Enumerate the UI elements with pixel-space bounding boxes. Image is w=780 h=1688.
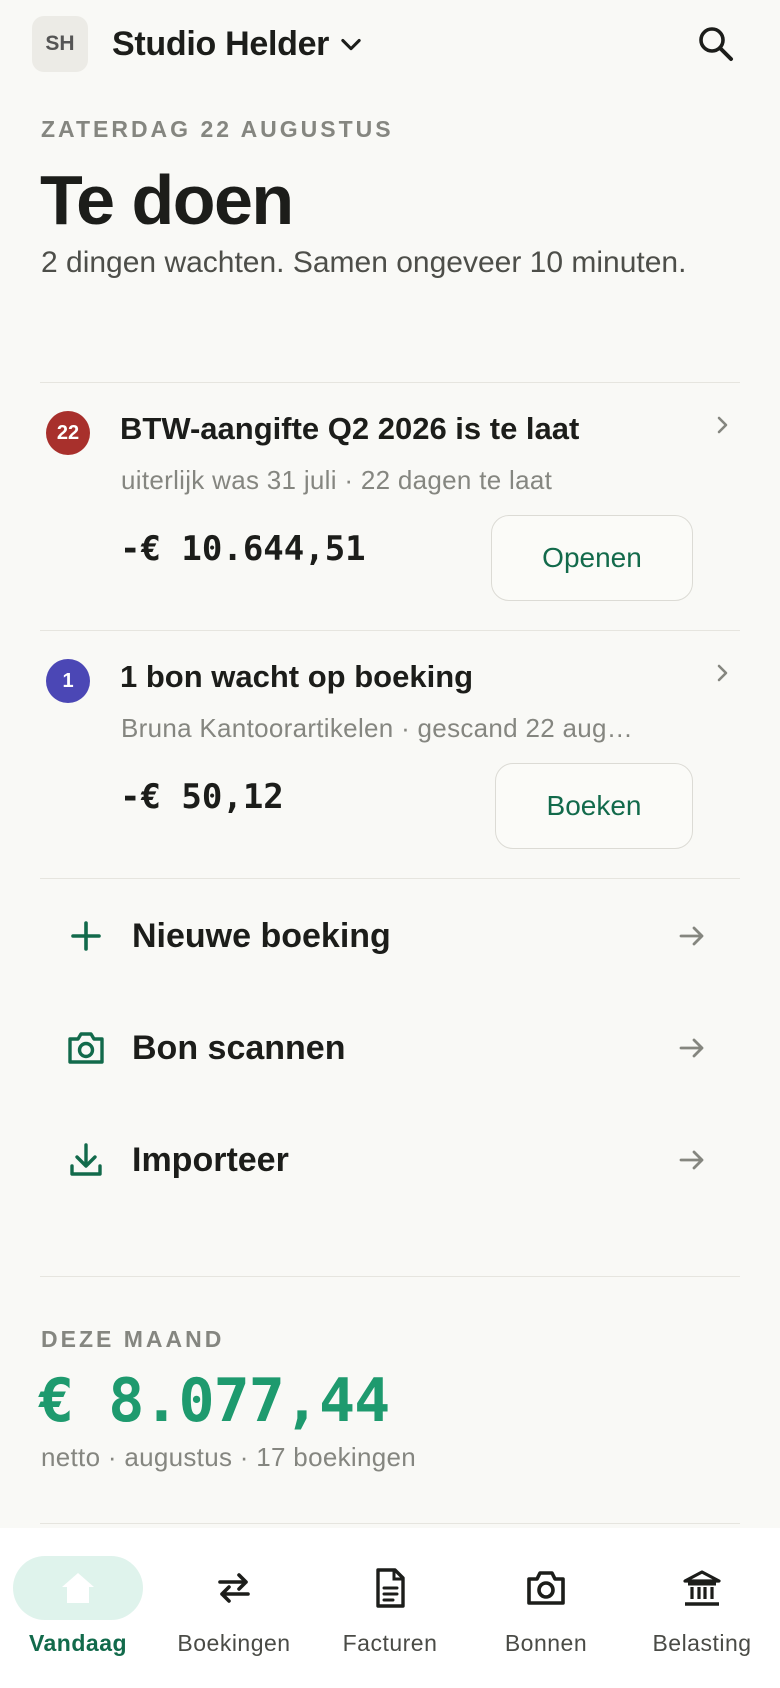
document-icon (376, 1568, 405, 1608)
task-subtitle: uiterlijk was 31 juli · 22 dagen te laat (121, 465, 553, 495)
task-subtitle: Bruna Kantoorartikelen · gescand 22 aug… (121, 713, 634, 743)
task-row-receipt[interactable]: 1 1 bon wacht op boeking Bruna Kantoorar… (40, 631, 740, 877)
nav-boekingen[interactable]: Boekingen (156, 1528, 312, 1688)
book-button[interactable]: Boeken (495, 763, 693, 849)
nav-label: Boekingen (177, 1630, 291, 1656)
chevron-right-icon (717, 416, 728, 434)
nav-bonnen[interactable]: Bonnen (468, 1528, 624, 1688)
open-button[interactable]: Openen (491, 515, 693, 601)
action-label: Nieuwe boeking (132, 917, 391, 955)
month-summary: netto · augustus · 17 boekingen (41, 1442, 417, 1472)
nav-belasting[interactable]: Belasting (624, 1528, 780, 1688)
divider (40, 1276, 740, 1277)
task-amount: -€ 50,12 (120, 777, 284, 817)
divider (40, 878, 740, 879)
action-label: Importeer (132, 1141, 289, 1179)
date-label: ZATERDAG 22 AUGUSTUS (41, 116, 394, 142)
page-title: Te doen (40, 161, 294, 239)
month-label: DEZE MAAND (41, 1326, 225, 1352)
task-amount: -€ 10.644,51 (120, 529, 366, 569)
search-icon[interactable] (694, 22, 738, 66)
nav-facturen[interactable]: Facturen (312, 1528, 468, 1688)
plus-icon (71, 921, 101, 951)
task-row-btw[interactable]: 22 BTW-aangifte Q2 2026 is te laat uiter… (40, 383, 740, 629)
arrow-right-icon (679, 1038, 704, 1058)
page-subtitle: 2 dingen wachten. Samen ongeveer 10 minu… (41, 246, 687, 279)
top-bar: SH Studio Helder (0, 0, 780, 92)
camera-icon (527, 1571, 565, 1605)
chevron-down-icon (341, 38, 361, 51)
month-amount: € 8.077,44 (38, 1366, 390, 1436)
nav-label: Bonnen (504, 1630, 588, 1656)
home-icon (62, 1573, 94, 1603)
arrow-right-icon (679, 1150, 704, 1170)
bank-icon (683, 1570, 721, 1606)
avatar[interactable]: SH (32, 16, 88, 72)
bottom-nav: Vandaag Boekingen Facturen Bonnen Belast… (0, 1528, 780, 1688)
swap-arrows-icon (218, 1573, 250, 1603)
action-label: Bon scannen (132, 1029, 346, 1067)
scan-receipt-action[interactable]: Bon scannen (40, 992, 740, 1104)
overdue-badge: 22 (46, 411, 90, 455)
org-name: Studio Helder (112, 24, 330, 63)
nav-vandaag[interactable]: Vandaag (0, 1528, 156, 1688)
camera-icon (68, 1032, 104, 1064)
count-badge: 1 (46, 659, 90, 703)
nav-label: Belasting (652, 1630, 752, 1656)
arrow-right-icon (679, 926, 704, 946)
task-title: 1 bon wacht op boeking (120, 659, 474, 694)
org-switcher[interactable]: Studio Helder (112, 22, 365, 66)
chevron-right-icon (717, 664, 728, 682)
download-icon (70, 1143, 102, 1176)
nav-label: Facturen (342, 1630, 438, 1656)
import-action[interactable]: Importeer (40, 1104, 740, 1216)
new-booking-action[interactable]: Nieuwe boeking (40, 880, 740, 992)
divider (40, 1523, 740, 1524)
nav-label: Vandaag (28, 1630, 128, 1656)
today-screen: SH Studio Helder ZATERDAG 22 AUGUSTUS Te… (0, 0, 780, 1688)
task-title: BTW-aangifte Q2 2026 is te laat (120, 411, 580, 446)
